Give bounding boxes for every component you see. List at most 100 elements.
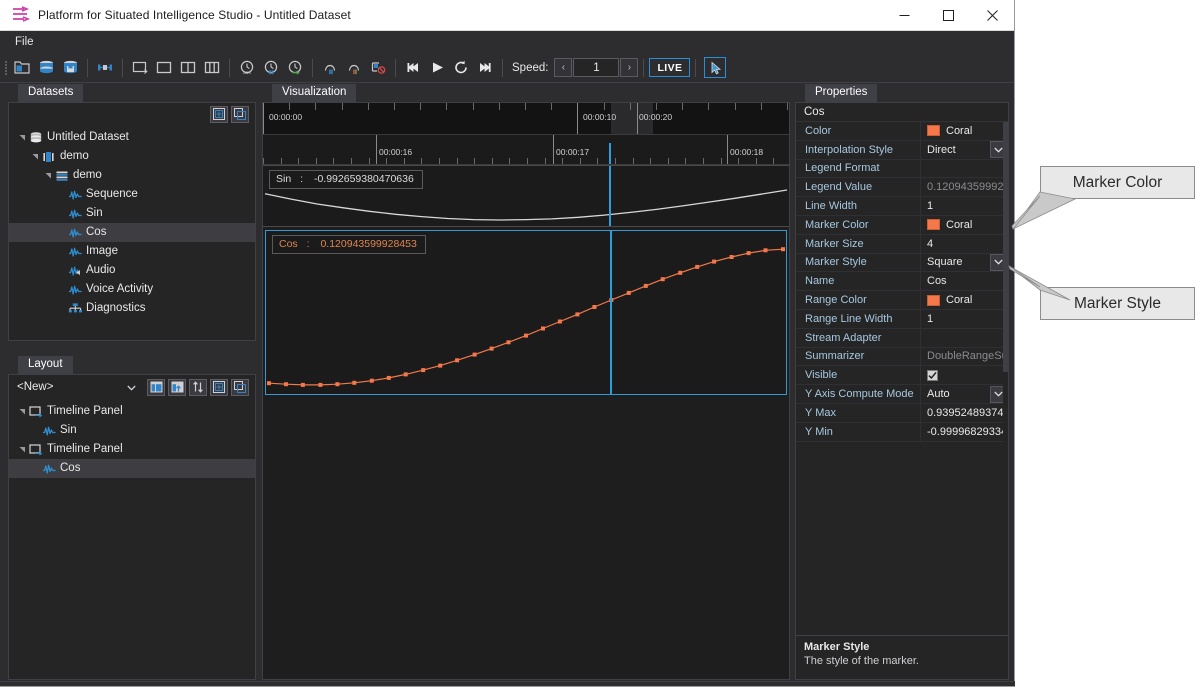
panel-two-cell-icon[interactable] bbox=[177, 56, 199, 80]
property-row[interactable]: Summarizer DoubleRangeSu... bbox=[796, 347, 1008, 367]
dataset-tree-item[interactable]: Cos bbox=[9, 223, 255, 242]
property-value[interactable]: Coral bbox=[920, 291, 1008, 309]
play-icon[interactable] bbox=[426, 56, 448, 80]
collapse-all-icon[interactable] bbox=[231, 105, 249, 123]
cursor-arrow-icon[interactable] bbox=[704, 57, 727, 78]
expand-all-icon[interactable] bbox=[210, 105, 228, 123]
minimize-button[interactable] bbox=[882, 0, 926, 31]
properties-scrollbar[interactable] bbox=[1003, 122, 1008, 635]
layout-tree[interactable]: Timeline Panel Sin Timeline Panel Cos bbox=[9, 399, 255, 478]
color-swatch[interactable] bbox=[927, 125, 940, 137]
property-row[interactable]: Marker Style Square bbox=[796, 253, 1008, 273]
property-row[interactable]: Y Axis Compute Mode Auto bbox=[796, 385, 1008, 404]
selection-start-icon[interactable] bbox=[319, 56, 341, 80]
property-row[interactable]: Range Line Width 1 bbox=[796, 309, 1008, 329]
dataset-tree-item[interactable]: Voice Activity bbox=[9, 280, 255, 299]
property-value[interactable]: 1 bbox=[920, 309, 1008, 328]
time-cursor-cos[interactable] bbox=[610, 231, 612, 394]
sort-updown-icon[interactable] bbox=[189, 378, 207, 396]
folder-open-icon[interactable] bbox=[11, 56, 33, 80]
property-row[interactable]: Legend Format bbox=[796, 159, 1008, 179]
layout-tree-item[interactable]: Timeline Panel bbox=[9, 440, 255, 459]
timeline-panel-cos[interactable]: Cos : 0.120943599928453 bbox=[265, 230, 787, 395]
database-open-icon[interactable] bbox=[35, 56, 57, 80]
timeline-ruler-zoom[interactable]: 00:00:16 00:00:17 00:00:18 bbox=[263, 135, 789, 165]
property-value[interactable] bbox=[920, 159, 1008, 178]
new-layout-icon[interactable] bbox=[147, 378, 165, 396]
live-mode-button[interactable]: LIVE bbox=[649, 58, 691, 77]
save-layout-icon[interactable] bbox=[168, 378, 186, 396]
tab-datasets[interactable]: Datasets bbox=[18, 84, 84, 102]
property-value[interactable]: -0.9999682933493 bbox=[920, 422, 1008, 441]
properties-scroll-thumb[interactable] bbox=[1003, 122, 1008, 372]
property-value[interactable]: Square bbox=[920, 253, 1008, 272]
toolbar-grip[interactable] bbox=[2, 59, 10, 77]
speed-input[interactable]: 1 bbox=[573, 58, 620, 77]
property-value[interactable] bbox=[920, 328, 1008, 347]
close-button[interactable] bbox=[970, 0, 1014, 31]
property-row[interactable]: Legend Value 0.120943599928... bbox=[796, 178, 1008, 198]
database-save-icon[interactable] bbox=[59, 56, 81, 80]
tree-expander-icon[interactable] bbox=[43, 172, 54, 179]
speed-decrease-button[interactable]: ‹ bbox=[554, 58, 573, 77]
property-value[interactable]: Coral bbox=[920, 122, 1008, 140]
timeline-ruler-absolute[interactable]: 00:00:00 00:00:10 00:00:20 bbox=[263, 103, 789, 135]
property-value[interactable]: Direct bbox=[920, 140, 1008, 159]
dataset-tree-item[interactable]: Audio bbox=[9, 261, 255, 280]
dataset-tree-item[interactable]: Sequence bbox=[9, 185, 255, 204]
loop-icon[interactable] bbox=[450, 56, 472, 80]
clock-end-icon[interactable] bbox=[284, 56, 306, 80]
ruler-selection-region[interactable] bbox=[653, 103, 789, 134]
timeline-insert-icon[interactable] bbox=[94, 56, 116, 80]
speed-increase-button[interactable]: › bbox=[620, 58, 639, 77]
color-swatch[interactable] bbox=[927, 219, 940, 231]
property-row[interactable]: Interpolation Style Direct bbox=[796, 140, 1008, 160]
panel-three-cell-icon[interactable] bbox=[201, 56, 223, 80]
property-row[interactable]: Marker Size 4 bbox=[796, 234, 1008, 254]
property-row[interactable]: Y Min -0.9999682933493 bbox=[796, 422, 1008, 442]
collapse-all-icon[interactable] bbox=[231, 378, 249, 396]
layout-tree-item[interactable]: Sin bbox=[9, 421, 255, 440]
property-value[interactable]: DoubleRangeSu... bbox=[920, 347, 1008, 366]
skip-forward-icon[interactable] bbox=[474, 56, 496, 80]
property-value[interactable]: 4 bbox=[920, 234, 1008, 253]
property-row[interactable]: Marker Color Coral bbox=[796, 215, 1008, 235]
panel-single-arrow-icon[interactable] bbox=[129, 56, 151, 80]
selection-clear-icon[interactable] bbox=[367, 56, 389, 80]
properties-grid[interactable]: Color Coral Interpolation Style Direct Legen… bbox=[796, 122, 1008, 635]
selection-end-icon[interactable] bbox=[343, 56, 365, 80]
panel-one-cell-icon[interactable] bbox=[153, 56, 175, 80]
property-value[interactable] bbox=[920, 366, 1008, 385]
tree-expander-icon[interactable] bbox=[17, 408, 28, 415]
dataset-tree-item[interactable]: Image bbox=[9, 242, 255, 261]
layout-tree-item[interactable]: Cos bbox=[9, 459, 255, 478]
expand-all-icon[interactable] bbox=[210, 378, 228, 396]
property-row[interactable]: Y Max 0.93952489374825 bbox=[796, 403, 1008, 423]
property-row[interactable]: Range Color Coral bbox=[796, 291, 1008, 310]
tab-layout[interactable]: Layout bbox=[18, 356, 73, 374]
maximize-button[interactable] bbox=[926, 0, 970, 31]
property-value[interactable]: Auto bbox=[920, 385, 1008, 403]
menu-item-file[interactable]: File bbox=[9, 34, 40, 50]
dataset-tree-item[interactable]: demo bbox=[9, 147, 255, 166]
layout-select[interactable]: <New> bbox=[17, 378, 144, 397]
property-row[interactable]: Line Width 1 bbox=[796, 197, 1008, 216]
property-row[interactable]: Visible bbox=[796, 366, 1008, 386]
property-value[interactable]: Coral bbox=[920, 215, 1008, 234]
layout-tree-item[interactable]: Timeline Panel bbox=[9, 402, 255, 421]
time-cursor-handle[interactable] bbox=[609, 143, 611, 164]
property-value[interactable]: Cos bbox=[920, 272, 1008, 291]
property-row[interactable]: Stream Adapter bbox=[796, 328, 1008, 348]
timeline-panel-sin[interactable]: Sin : -0.992659380470636 bbox=[263, 165, 789, 227]
clock-abs-icon[interactable]: ABS bbox=[236, 56, 258, 80]
dataset-tree-item[interactable]: demo bbox=[9, 166, 255, 185]
visible-checkbox[interactable] bbox=[927, 369, 938, 381]
tree-expander-icon[interactable] bbox=[17, 134, 28, 141]
skip-back-icon[interactable] bbox=[402, 56, 424, 80]
color-swatch[interactable] bbox=[927, 294, 940, 306]
property-value[interactable]: 0.93952489374825 bbox=[920, 403, 1008, 422]
dataset-tree-item[interactable]: Sin bbox=[9, 204, 255, 223]
datasets-tree[interactable]: Untitled Dataset demo demo Sequence Sin Cos Im… bbox=[9, 125, 255, 318]
time-cursor-sin[interactable] bbox=[609, 166, 611, 226]
tab-visualization[interactable]: Visualization bbox=[272, 84, 357, 102]
